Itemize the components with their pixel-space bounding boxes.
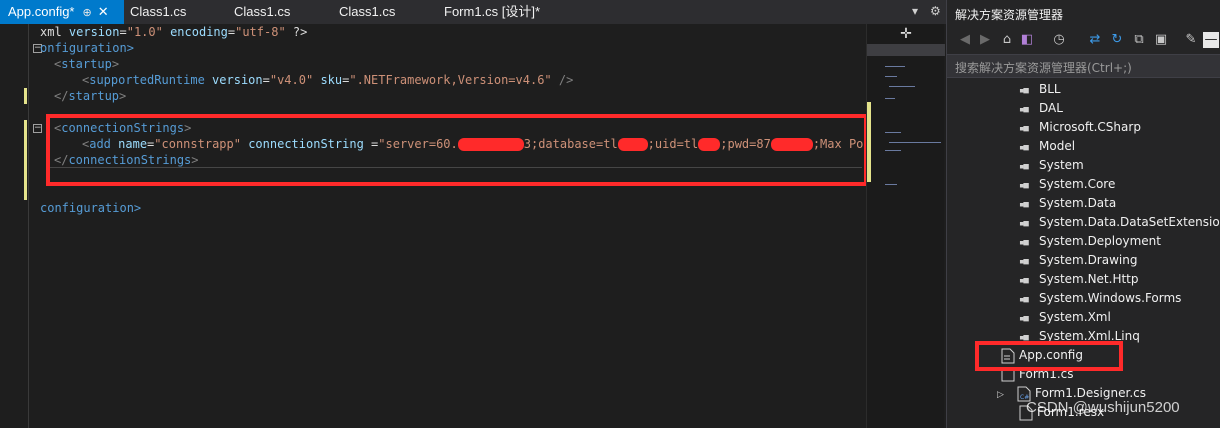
list-item[interactable]: ▪■ Microsoft.CSharp [1019, 118, 1141, 137]
gear-icon[interactable]: ⚙ [930, 4, 941, 18]
tab-form1-designer[interactable]: Form1.cs [设计]* [436, 0, 576, 24]
pin-icon[interactable]: — [1203, 32, 1219, 48]
list-item[interactable]: ▪■ System.Drawing [1019, 251, 1137, 270]
collapse-icon[interactable]: ⧉ [1131, 32, 1147, 48]
minimap-line [885, 150, 901, 151]
panel-title: 解决方案资源管理器 [955, 8, 1064, 22]
redaction-mark [617, 138, 648, 151]
back-icon[interactable]: ◀ [957, 32, 973, 48]
tab-label: App.config* [8, 4, 75, 19]
solution-tree: ▪■ BLL ▪■ DAL ▪■ Microsoft.CSharp ▪■ Model ▪… [947, 78, 1220, 428]
tab-label: Class1.cs [339, 4, 396, 19]
list-item[interactable]: ▪■ System.Xml [1019, 308, 1111, 327]
list-item-app-config[interactable]: App.config [1001, 346, 1083, 365]
pin-icon[interactable]: ⊕ [83, 7, 92, 19]
tab-label: Form1.cs [设计]* [444, 4, 541, 19]
tab-class1-c[interactable]: Class1.cs [331, 0, 431, 24]
tab-app-config[interactable]: App.config* ⊕ ✕ [0, 0, 124, 24]
refresh-icon[interactable]: ↻ [1109, 32, 1125, 48]
current-line-indicator [46, 167, 862, 183]
list-item[interactable]: ▪■ BLL [1019, 80, 1061, 99]
forward-icon[interactable]: ▶ [977, 32, 993, 48]
list-item[interactable]: ▪■ Model [1019, 137, 1075, 156]
minimap-line [885, 66, 905, 67]
code-line-4: <supportedRuntime version="v4.0" sku=".N… [82, 73, 574, 87]
form-file-icon [1001, 368, 1015, 381]
code-line-7: <add name="connstrapp" connectionString … [82, 137, 871, 151]
code-line-1: xml version="1.0" encoding="utf-8" ?> [40, 25, 308, 39]
tab-dropdown-icon[interactable]: ▾ [912, 4, 918, 18]
history-icon[interactable]: ◷ [1051, 32, 1067, 48]
code-line-5: </startup> [54, 89, 127, 103]
redaction-mark [698, 138, 721, 151]
sync-icon[interactable]: ⇄ [1087, 32, 1103, 48]
minimap-line [889, 86, 915, 87]
minimap-line [885, 76, 897, 77]
gutter-divider [28, 24, 29, 428]
solution-explorer-panel: 解决方案资源管理器 ◀ ▶ ⌂ ◧ ◷ ⇄ ↻ ⧉ ▣ ✎ — 搜索解决方案资源… [946, 0, 1220, 428]
code-line-2: onfiguration> [40, 41, 134, 55]
editor-tab-bar: App.config* ⊕ ✕ Class1.cs Class1.cs Class1… [0, 0, 946, 24]
watermark: CSDN @wushijun5200 [1026, 399, 1180, 416]
tab-label: Class1.cs [234, 4, 291, 19]
tab-class1-a[interactable]: Class1.cs [122, 0, 222, 24]
minimap-line [885, 184, 897, 185]
expand-arrow-icon[interactable]: ▷ [997, 386, 1007, 405]
redaction-mark [457, 138, 524, 151]
minimap-line [885, 98, 895, 99]
code-line-9: configuration> [40, 201, 142, 215]
minimap-scrollbar[interactable]: ✛ [866, 24, 945, 428]
code-line-6: <connectionStrings> [54, 121, 192, 135]
code-line-3: <startup> [54, 57, 120, 71]
change-marker [24, 120, 27, 200]
solution-explorer-toolbar: ◀ ▶ ⌂ ◧ ◷ ⇄ ↻ ⧉ ▣ ✎ — [947, 28, 1220, 54]
close-icon[interactable]: ✕ [98, 4, 109, 19]
redaction-mark [770, 138, 813, 151]
minimap-change-marker [867, 102, 871, 182]
code-editor[interactable]: − − xml version="1.0" encoding="utf-8" ?… [0, 24, 871, 428]
split-handle-icon[interactable]: ✛ [867, 24, 945, 44]
list-item[interactable]: ▪■ System.Deployment [1019, 232, 1161, 251]
config-file-icon [1001, 348, 1015, 363]
list-item[interactable]: ▪■ System.Net.Http [1019, 270, 1139, 289]
list-item[interactable]: ▪■ System.Windows.Forms [1019, 289, 1181, 308]
show-all-icon[interactable]: ▣ [1153, 32, 1169, 48]
properties-icon[interactable]: ✎ [1183, 32, 1199, 48]
list-item[interactable]: ▪■ DAL [1019, 99, 1063, 118]
list-item[interactable]: ▪■ System.Xml.Linq [1019, 327, 1140, 346]
list-item[interactable]: ▪■ System [1019, 156, 1084, 175]
tab-class1-b[interactable]: Class1.cs [226, 0, 326, 24]
search-placeholder: 搜索解决方案资源管理器(Ctrl+;) [955, 61, 1132, 75]
tab-label: Class1.cs [130, 4, 187, 19]
list-item[interactable]: ▪■ System.Data.DataSetExtensions [1019, 213, 1220, 232]
minimap-line [885, 132, 901, 133]
home-icon[interactable]: ⌂ [999, 32, 1015, 48]
list-item[interactable]: Form1.cs [1001, 365, 1074, 384]
code-line-8: </connectionStrings> [54, 153, 199, 167]
list-item[interactable]: ▪■ System.Core [1019, 175, 1115, 194]
vs-icon[interactable]: ◧ [1019, 32, 1035, 48]
minimap-line [889, 142, 941, 143]
change-marker [24, 88, 27, 104]
list-item[interactable]: ▪■ System.Data [1019, 194, 1116, 213]
minimap-viewport[interactable] [867, 44, 945, 56]
fold-toggle-icon[interactable]: − [33, 124, 42, 133]
search-input[interactable]: 搜索解决方案资源管理器(Ctrl+;) [947, 54, 1220, 78]
